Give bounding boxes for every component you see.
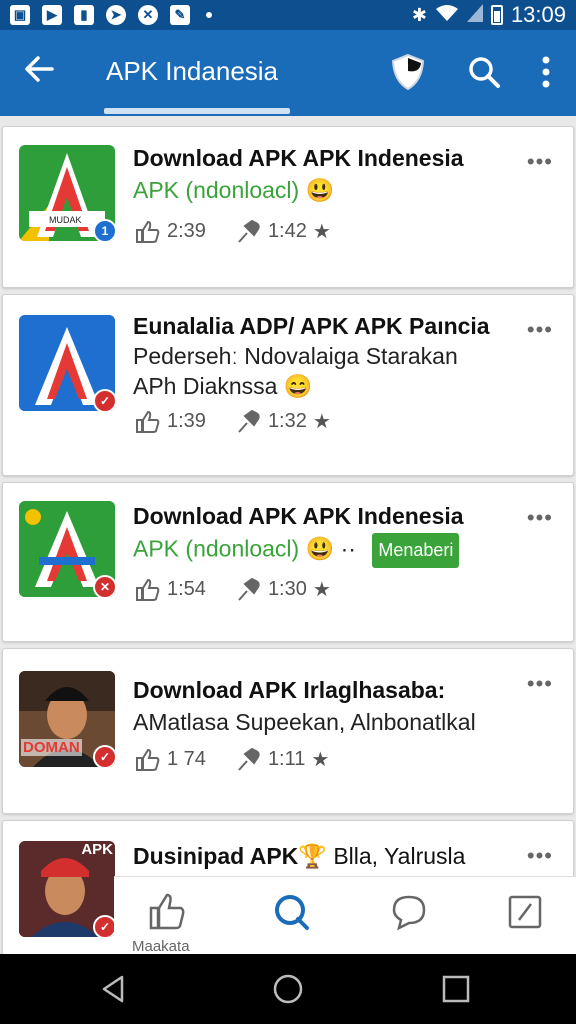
rating-stat: 1:30 ★	[236, 577, 331, 602]
app-bar: APK Indanesia	[0, 30, 576, 116]
clock: 13:09	[510, 2, 566, 27]
icon-caption: APK	[81, 841, 113, 858]
rating-stat: 1:32 ★	[236, 409, 331, 434]
thumbs-up-icon	[136, 578, 160, 601]
app-icon: ✕	[19, 501, 115, 597]
thumbs-up-icon	[136, 410, 160, 433]
star-icon: ★	[312, 579, 331, 601]
tab-notes-icon[interactable]	[500, 887, 550, 937]
likes-stat: 2:39	[135, 220, 206, 244]
overflow-menu-icon[interactable]: •••	[527, 149, 553, 175]
shield-icon[interactable]	[386, 50, 430, 94]
gallery-icon: ▣	[10, 5, 30, 25]
pin-icon	[238, 577, 260, 601]
likes-stat: 1:39	[135, 410, 206, 434]
app-subtitle: APK (ndonloacl) 😃	[133, 177, 335, 203]
play-store-icon: ▶	[42, 5, 62, 25]
overflow-menu-icon[interactable]: •••	[527, 317, 553, 343]
thumbs-up-icon	[136, 220, 160, 243]
app-title: Download APK Irlaglhasaba:	[133, 677, 446, 703]
app-stats: 1:54 1:30 ★	[135, 577, 361, 602]
edit-icon: ✎	[170, 5, 190, 25]
nav-recents-icon[interactable]	[438, 971, 474, 1007]
app-title: Dusinipad APK🏆 Blla, Yalrusla	[133, 843, 466, 869]
overflow-menu-icon[interactable]: •••	[527, 843, 553, 869]
app-icon: MUDAK 1	[19, 145, 115, 241]
rating-stat: 1:42 ★	[236, 219, 331, 244]
tab-search-icon[interactable]	[266, 887, 316, 937]
system-nav-bar	[0, 954, 576, 1024]
svg-text:MUDAK: MUDAK	[49, 215, 82, 225]
nav-back-icon[interactable]	[96, 971, 132, 1007]
list-item[interactable]: ✓ Eunalalia ADP/ APK APK Paıncia Pederse…	[2, 294, 574, 476]
emoji-icon: 😃	[305, 535, 335, 562]
pin-icon	[238, 747, 260, 771]
list-item[interactable]: MUDAK 1 Download APK APK Indenesia APK (…	[2, 126, 574, 288]
navigation-icon: ➤	[106, 5, 126, 25]
notification-dot	[206, 12, 212, 18]
app-icon: DOMAN ✓	[19, 671, 115, 767]
list-item[interactable]: ✕ Download APK APK Indenesia APK (ndonlo…	[2, 482, 574, 642]
bookmark-icon: ▮	[74, 5, 94, 25]
app-subtitle: APK (ndonloacl) 😃 ·· Menaberi	[133, 533, 460, 568]
pin-icon	[238, 409, 260, 433]
badge-icon: ✕	[93, 575, 115, 597]
app-icon: ✓	[19, 315, 115, 411]
rating-stat: 1:11 ★	[236, 747, 329, 772]
list-item[interactable]: DOMAN ✓ Download APK Irlaglhasaba: AMatl…	[2, 648, 574, 814]
tab-label: Maakata	[132, 938, 190, 955]
wifi-icon	[435, 4, 459, 27]
nav-home-icon[interactable]	[270, 971, 306, 1007]
signal-icon	[466, 3, 483, 27]
likes-stat: 1:54	[135, 578, 206, 602]
emoji-icon: 😄	[283, 373, 313, 399]
badge-icon: ✓	[93, 389, 115, 411]
app-subtitle-line2: Pedersehː Ndovalaiga Starakan	[133, 343, 458, 369]
tab-chat-icon[interactable]	[384, 887, 434, 937]
back-arrow-icon[interactable]	[22, 52, 62, 92]
overflow-menu-icon[interactable]: •••	[527, 505, 553, 531]
status-badge: Menaberi	[372, 533, 460, 568]
star-icon: ★	[312, 221, 331, 243]
bluetooth-icon: ✱	[411, 4, 427, 25]
app-subtitle-line3: APh Diaknssa 😄	[133, 373, 313, 399]
more-vert-icon[interactable]	[526, 50, 566, 94]
page-title: APK Indanesia	[106, 56, 279, 86]
search-icon[interactable]	[462, 50, 506, 94]
app-title: Download APK APK Indenesia	[133, 503, 464, 529]
title-underline	[104, 108, 290, 114]
xbox-icon: ✕	[138, 5, 158, 25]
thumbs-up-icon	[136, 748, 160, 771]
star-icon: ★	[311, 749, 330, 771]
app-title: Download APK APK Indenesia	[133, 145, 464, 171]
status-bar: ▣ ▶ ▮ ➤ ✕ ✎ ✱ 13:09	[0, 0, 576, 30]
icon-caption: DOMAN	[21, 739, 82, 756]
tab-thumbs-up-icon[interactable]	[142, 887, 192, 937]
app-subtitle-line2: AMatlasa Supeekan, Alnbonatlkal	[133, 709, 476, 735]
pin-icon	[238, 219, 260, 243]
app-title: Eunalalia ADP/ APK APK Paıncia	[133, 313, 490, 339]
emoji-icon: 😃	[305, 177, 335, 203]
badge-icon: 1	[93, 219, 115, 241]
badge-icon: ✓	[93, 745, 115, 767]
badge-icon: ✓	[93, 915, 115, 937]
emoji-icon: 🏆	[298, 843, 327, 869]
battery-icon	[490, 5, 503, 25]
overflow-menu-icon[interactable]: •••	[527, 671, 553, 697]
star-icon: ★	[312, 411, 331, 433]
app-stats: 1 74 1:11 ★	[135, 747, 359, 772]
app-stats: 2:39 1:42 ★	[135, 219, 361, 244]
app-icon: APK ✓	[19, 841, 115, 937]
app-list: MUDAK 1 Download APK APK Indenesia APK (…	[0, 116, 576, 954]
app-stats: 1:39 1:32 ★	[135, 409, 361, 434]
likes-stat: 1 74	[135, 748, 206, 772]
